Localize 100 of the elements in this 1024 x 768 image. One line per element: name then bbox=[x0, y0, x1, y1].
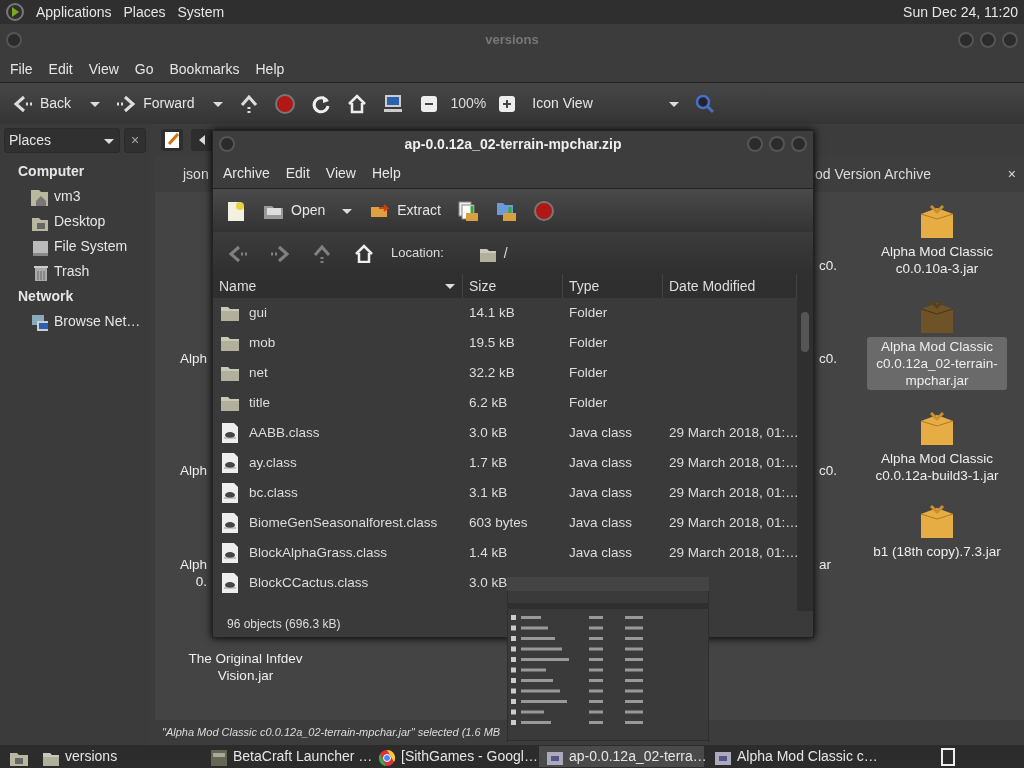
icon-label: Alph bbox=[180, 350, 208, 367]
file-name[interactable]: BlockCCactus.class bbox=[213, 572, 463, 594]
search-icon bbox=[694, 92, 717, 115]
java-file-icon bbox=[219, 482, 241, 504]
caret-icon bbox=[444, 281, 456, 291]
clock: Sun Dec 24, 11:20 bbox=[903, 2, 1018, 22]
menu-item[interactable]: Archive bbox=[215, 162, 278, 184]
back-button[interactable]: Back bbox=[8, 90, 76, 117]
file-name[interactable]: bc.class bbox=[213, 482, 463, 504]
table-cell-text: Folder bbox=[568, 393, 609, 412]
close-icon[interactable]: × bbox=[1007, 163, 1016, 185]
table-cell-text: 6.2 kB bbox=[468, 393, 509, 412]
icon-label: ar bbox=[819, 556, 831, 573]
menu-item[interactable]: Go bbox=[126, 58, 162, 80]
menu-item[interactable]: View bbox=[317, 162, 364, 184]
sidebar-item[interactable]: Browse Net… bbox=[4, 309, 146, 334]
panel-menu[interactable]: Places bbox=[123, 1, 166, 23]
scroll-left-button[interactable] bbox=[191, 129, 213, 151]
extract-button[interactable]: Extract bbox=[365, 197, 445, 224]
icon-label: The Original Infdev Vision.jar bbox=[187, 650, 304, 684]
table-cell-text: 29 March 2018, 01:… bbox=[668, 453, 797, 472]
file-name[interactable]: net bbox=[213, 362, 463, 384]
tab[interactable]: od Version Archive × bbox=[813, 156, 1024, 192]
sidebar-item[interactable]: vm3 bbox=[4, 184, 146, 209]
menu-item[interactable]: Help bbox=[247, 58, 293, 80]
table-cell-text: 19.5 kB bbox=[468, 333, 516, 352]
table-cell-text: 3.1 kB bbox=[468, 483, 509, 502]
sidebar-heading: Network bbox=[17, 287, 75, 306]
file-name[interactable]: title bbox=[213, 392, 463, 414]
new-archive-icon bbox=[225, 199, 247, 222]
view-selector[interactable]: Icon View bbox=[528, 91, 659, 116]
table-cell-text: Folder bbox=[568, 333, 609, 352]
table-cell-text: 29 March 2018, 01:… bbox=[668, 483, 797, 502]
home-icon bbox=[353, 243, 373, 263]
window-title: versions bbox=[485, 31, 539, 50]
column-header[interactable]: Type bbox=[563, 274, 663, 298]
location-label: Location: bbox=[391, 244, 444, 263]
table-cell-text: 3.0 kB bbox=[468, 573, 509, 592]
file-label[interactable]: Alpha Mod Classic c0.0.12a-build3-1.jar bbox=[867, 449, 1007, 485]
table-cell-text: 3.0 kB bbox=[468, 423, 509, 442]
taskbar-button[interactable]: ap-0.0.12a_02-terra… bbox=[539, 746, 704, 767]
pencil-note-icon bbox=[163, 130, 181, 150]
workspace-icon bbox=[940, 747, 956, 766]
icon-label: c0. bbox=[819, 257, 837, 274]
file-name[interactable]: BlockAlphaGrass.class bbox=[213, 542, 463, 564]
icon-label: c0. bbox=[819, 462, 837, 479]
launcher-icon bbox=[209, 747, 227, 766]
monitor-icon bbox=[382, 92, 405, 115]
taskbar-button[interactable]: [SithGames - Googl… bbox=[371, 746, 536, 767]
sidebar-item[interactable]: Desktop bbox=[4, 209, 146, 234]
taskbar-button[interactable]: versions bbox=[35, 746, 200, 767]
java-file-icon bbox=[219, 452, 241, 474]
menu-item[interactable]: Edit bbox=[277, 162, 318, 184]
file-name[interactable]: mob bbox=[213, 332, 463, 354]
browser-icon bbox=[377, 747, 395, 766]
table-cell-text: 29 March 2018, 01:… bbox=[668, 543, 797, 562]
table-cell-text: Java class bbox=[568, 423, 634, 442]
column-header[interactable]: Size bbox=[463, 274, 563, 298]
scrollbar[interactable] bbox=[797, 274, 813, 611]
up-arrow-icon bbox=[311, 243, 331, 263]
table-cell-text: Java class bbox=[568, 453, 634, 472]
java-file-icon bbox=[219, 422, 241, 444]
forward-arrow-icon bbox=[269, 243, 289, 263]
menu-item[interactable]: File bbox=[2, 58, 41, 80]
menu-item[interactable]: Help bbox=[363, 162, 409, 184]
menu-item[interactable]: Bookmarks bbox=[161, 58, 248, 80]
file-label[interactable]: Alpha Mod Classic c0.0.10a-3.jar bbox=[867, 242, 1007, 278]
forward-button[interactable]: Forward bbox=[111, 90, 199, 117]
menu-item[interactable]: View bbox=[80, 58, 127, 80]
sidebar-item[interactable]: Trash bbox=[4, 259, 146, 284]
open-button[interactable]: Open bbox=[259, 197, 330, 224]
file-label[interactable]: b1 (18th copy).7.3.jar bbox=[870, 542, 1004, 561]
table-cell-text: 1.4 kB bbox=[468, 543, 509, 562]
java-file-icon bbox=[219, 512, 241, 534]
panel-menu[interactable]: Applications bbox=[36, 1, 112, 23]
icon-label: Alph 0. bbox=[180, 556, 208, 590]
icon-label: Alph bbox=[180, 462, 208, 479]
launcher-logo-icon[interactable] bbox=[6, 3, 24, 21]
java-file-icon bbox=[219, 542, 241, 564]
column-header[interactable]: Name bbox=[213, 274, 463, 298]
location-field[interactable]: / bbox=[503, 242, 508, 264]
edit-button[interactable] bbox=[161, 129, 183, 151]
file-name[interactable]: BiomeGenSeasonalforest.class bbox=[213, 512, 463, 534]
menu-item[interactable]: Edit bbox=[40, 58, 81, 80]
file-name[interactable]: gui bbox=[213, 302, 463, 324]
status-text: 96 objects (696.3 kB) bbox=[227, 616, 341, 633]
table-cell-text: Folder bbox=[568, 363, 609, 382]
table-cell-text: 29 March 2018, 01:… bbox=[668, 423, 797, 442]
sidebar-item[interactable]: File System bbox=[4, 234, 146, 259]
file-name[interactable]: ay.class bbox=[213, 452, 463, 474]
places-selector[interactable]: Places bbox=[4, 128, 120, 153]
zoom-level: 100% bbox=[450, 94, 487, 113]
tab[interactable]: json bbox=[155, 156, 212, 192]
file-label[interactable]: Alpha Mod Classic c0.0.12a_02-terrain-mpchar.jar bbox=[867, 337, 1007, 390]
back-arrow-icon bbox=[227, 243, 247, 263]
table-cell-text: Java class bbox=[568, 513, 634, 532]
table-cell-text: Java class bbox=[568, 543, 634, 562]
panel-menu[interactable]: System bbox=[177, 1, 225, 23]
close-button[interactable]: × bbox=[124, 128, 146, 153]
file-name[interactable]: AABB.class bbox=[213, 422, 463, 444]
